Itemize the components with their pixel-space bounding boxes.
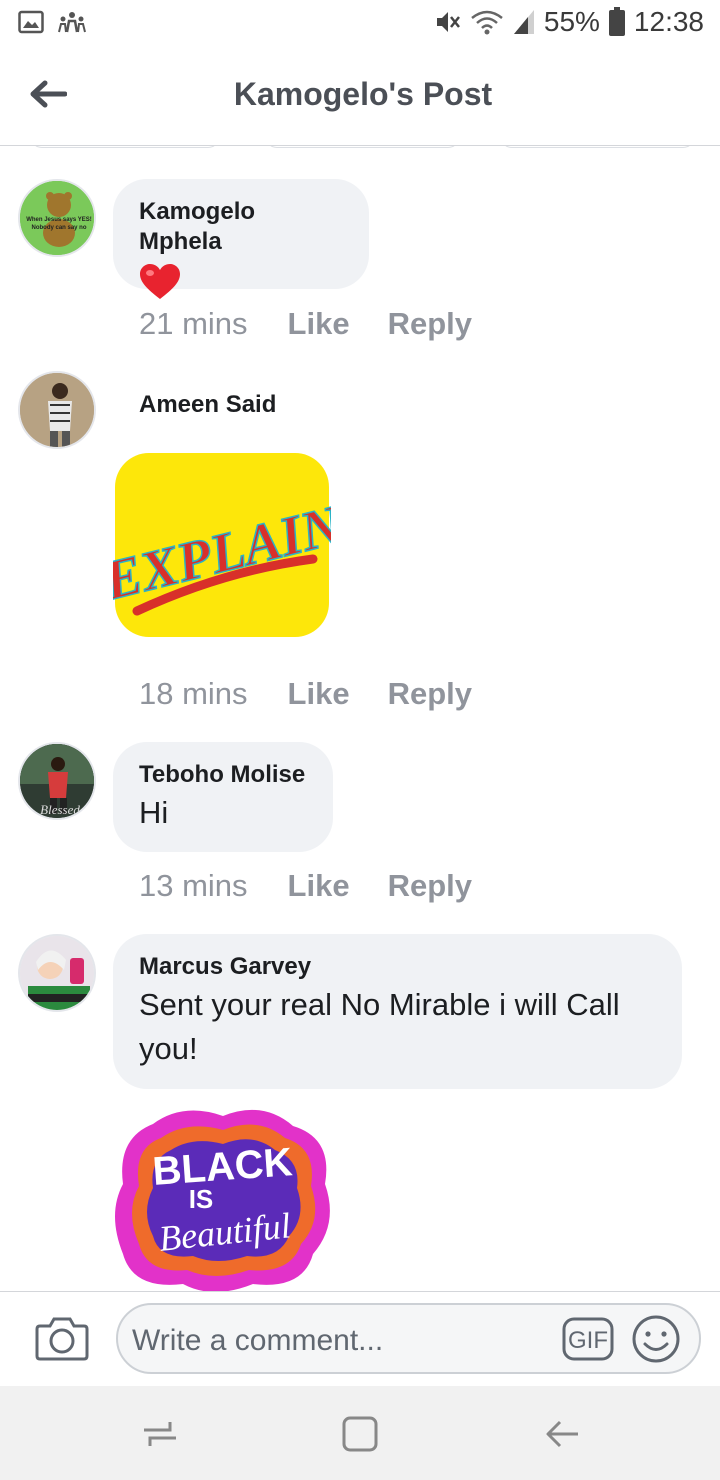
wifi-icon (470, 8, 504, 36)
emoji-button[interactable] (630, 1313, 682, 1365)
status-bar: 55% 12:38 (0, 0, 720, 50)
previous-comment-edges (0, 146, 720, 148)
avatar-text: Nobody can say no (31, 225, 86, 231)
avatar[interactable] (18, 371, 96, 449)
smiley-icon (632, 1315, 680, 1363)
battery-icon (608, 7, 626, 37)
app-header: Kamogelo's Post (0, 50, 720, 146)
heart-emoji-icon (139, 263, 343, 306)
sticker-text: IS (189, 1184, 214, 1214)
comment-bubble[interactable]: Teboho Molise Hi (113, 742, 333, 852)
reply-button[interactable]: Reply (388, 676, 472, 712)
comment-bubble[interactable]: Marcus Garvey Sent your real No Mirable … (113, 934, 682, 1089)
comment-meta: 18 mins Like Reply (139, 676, 472, 712)
gallery-icon (18, 10, 44, 39)
explain-sticker[interactable]: EXPLAIN (96, 451, 352, 641)
back-nav-icon (546, 1420, 578, 1448)
avatar-text: Blessed (40, 802, 80, 817)
comment-time: 18 mins (139, 676, 248, 711)
comment-author[interactable]: Ameen Said (139, 391, 276, 419)
home-icon (342, 1416, 378, 1452)
reply-button[interactable]: Reply (388, 868, 472, 904)
mute-icon (434, 8, 462, 36)
like-button[interactable]: Like (288, 306, 350, 342)
comment-text: Hi (139, 795, 169, 830)
camera-button[interactable] (34, 1310, 90, 1366)
avatar[interactable]: Blessed (18, 742, 96, 820)
comment-text: Sent your real No Mirable i will Call (139, 987, 620, 1022)
comments-list[interactable]: When Jesus says YES! Nobody can say no K… (0, 146, 720, 1291)
gif-button[interactable]: GIF (562, 1317, 614, 1361)
camera-icon (35, 1317, 89, 1361)
avatar-text: When Jesus says YES! (26, 217, 92, 223)
comment-author[interactable]: Teboho Molise (139, 760, 307, 790)
system-nav-bar (0, 1386, 720, 1480)
comment-text: you! (139, 1031, 198, 1066)
comment-meta: 21 mins Like Reply (139, 306, 472, 342)
comment-input[interactable]: Write a comment... GIF (116, 1303, 701, 1374)
comment-meta: 13 mins Like Reply (139, 868, 472, 904)
signal-icon (512, 8, 536, 36)
recent-apps-button[interactable] (140, 1414, 180, 1454)
like-button[interactable]: Like (288, 676, 350, 712)
comment-bubble[interactable]: Kamogelo Mphela (113, 179, 369, 299)
avatar[interactable] (18, 934, 96, 1012)
comment-composer: Write a comment... GIF (0, 1291, 720, 1386)
recent-apps-icon (144, 1422, 176, 1446)
back-nav-button[interactable] (542, 1414, 582, 1454)
page-title: Kamogelo's Post (233, 76, 493, 112)
like-button[interactable]: Like (288, 868, 350, 904)
black-is-beautiful-sticker[interactable]: BLACK IS Beautiful (113, 1104, 335, 1291)
gif-label: GIF (568, 1327, 608, 1354)
comment-author[interactable]: Kamogelo Mphela (139, 197, 343, 257)
battery-percent: 55% (543, 6, 600, 37)
comment-time: 13 mins (139, 868, 248, 903)
clock: 12:38 (633, 6, 704, 37)
avatar[interactable]: When Jesus says YES! Nobody can say no (18, 179, 96, 257)
people-icon (58, 10, 86, 39)
home-button[interactable] (340, 1414, 380, 1454)
reply-button[interactable]: Reply (388, 306, 472, 342)
comment-author[interactable]: Marcus Garvey (139, 952, 656, 982)
comment-time: 21 mins (139, 306, 248, 341)
comment-placeholder: Write a comment... (132, 1324, 384, 1357)
